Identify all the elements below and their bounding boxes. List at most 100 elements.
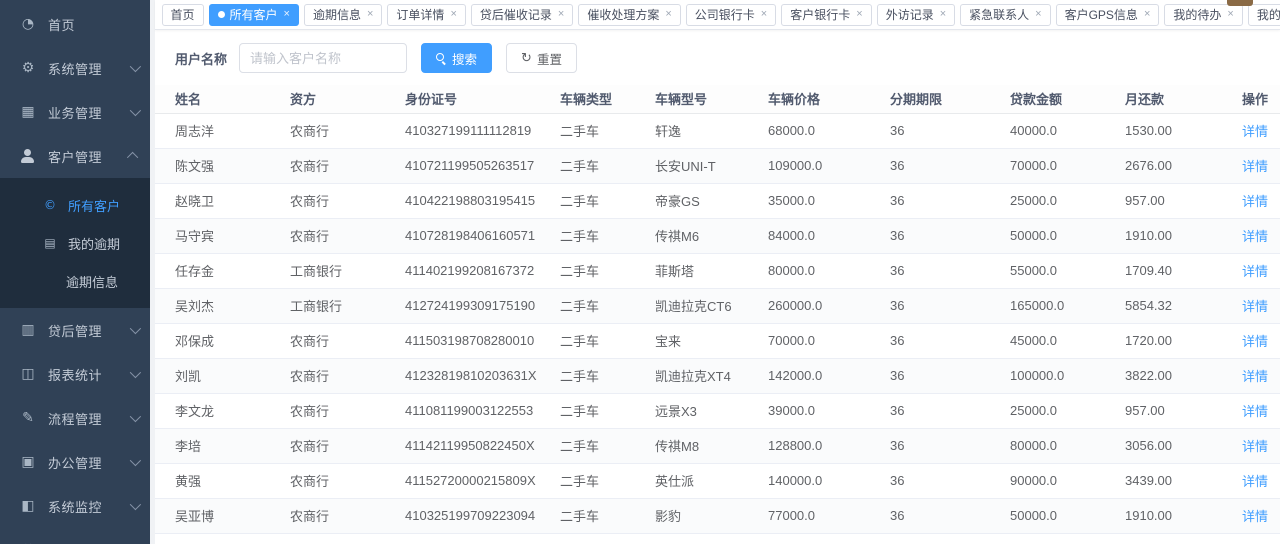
detail-link[interactable]: 详情 <box>1242 264 1268 279</box>
search-input[interactable] <box>239 43 407 73</box>
cell-vehicle-price: 39000.0 <box>768 393 890 428</box>
sidebar-item[interactable]: ▥ 贷后管理 <box>0 308 150 352</box>
sidebar-item[interactable]: ✎ 流程管理 <box>0 396 150 440</box>
table-row: 邓保成 农商行 411503198708280010 二手车 宝来 70000.… <box>155 323 1280 358</box>
close-icon[interactable]: × <box>856 9 862 20</box>
gear-icon: ⚙ <box>20 60 36 76</box>
cell-vehicle-type: 二手车 <box>560 113 655 148</box>
close-icon[interactable]: × <box>665 9 671 20</box>
close-icon[interactable]: × <box>1227 9 1233 20</box>
search-button[interactable]: 搜索 <box>421 43 492 73</box>
tab[interactable]: 催收处理方案 × <box>578 4 680 26</box>
customer-table: 姓名资方身份证号车辆类型车辆型号车辆价格分期期限贷款金额月还款操作 周志洋 农商… <box>155 85 1280 542</box>
table-row: 刘志强 农商行 二手车 大众 36 <box>155 533 1280 542</box>
tab[interactable]: 客户GPS信息 × <box>1056 4 1160 26</box>
tab-label: 所有客户 <box>230 6 278 23</box>
cell-name: 刘凯 <box>155 358 290 393</box>
dashboard-icon: ◔ <box>20 16 36 32</box>
cell-vehicle-type: 二手车 <box>560 323 655 358</box>
tab[interactable]: 我的流程× <box>1248 4 1280 26</box>
sidebar-item-label: 系统管理 <box>48 59 130 78</box>
cell-term: 36 <box>890 253 1010 288</box>
close-icon[interactable]: × <box>1144 9 1150 20</box>
close-icon[interactable]: × <box>284 9 290 20</box>
detail-link[interactable]: 详情 <box>1242 334 1268 349</box>
sidebar-item[interactable]: ⚙ 系统管理 <box>0 46 150 90</box>
tab-label: 首页 <box>171 6 195 23</box>
cell-vehicle-model: 传祺M6 <box>655 218 768 253</box>
cell-vehicle-type: 二手车 <box>560 288 655 323</box>
sidebar-item-label: 客户管理 <box>48 147 130 166</box>
cell-id-number <box>405 533 560 542</box>
table-row: 陈文强 农商行 410721199505263517 二手车 长安UNI-T 1… <box>155 148 1280 183</box>
cell-vehicle-model: 宝来 <box>655 323 768 358</box>
tab[interactable]: 贷后催收记录× <box>471 4 573 26</box>
tab[interactable]: 公司银行卡× <box>686 4 776 26</box>
tab-label: 客户GPS信息 <box>1065 6 1138 23</box>
close-icon[interactable]: × <box>761 9 767 20</box>
sidebar-subitem-label: 所有客户 <box>68 196 120 215</box>
cell-monthly-payment <box>1125 533 1235 542</box>
tab[interactable]: 紧急联系人× <box>960 4 1050 26</box>
detail-link[interactable]: 详情 <box>1242 194 1268 209</box>
tab[interactable]: 外访记录× <box>877 4 955 26</box>
sidebar-item[interactable]: ▦ 业务管理 <box>0 90 150 134</box>
cell-id-number: 41152720000215809X <box>405 463 560 498</box>
tab[interactable]: 客户银行卡× <box>781 4 871 26</box>
tab[interactable]: 所有客户 × <box>209 4 299 26</box>
tab[interactable]: 订单详情× <box>387 4 465 26</box>
cell-funder: 农商行 <box>290 533 405 542</box>
close-icon[interactable]: × <box>450 9 456 20</box>
cell-term: 36 <box>890 358 1010 393</box>
cell-monthly-payment: 5854.32 <box>1125 288 1235 323</box>
sidebar-item[interactable]: ◧ 系统监控 <box>0 484 150 528</box>
avatar[interactable] <box>1227 0 1253 6</box>
cell-id-number: 410422198803195415 <box>405 183 560 218</box>
tab[interactable]: 首页× <box>162 4 204 26</box>
cell-loan-amount: 50000.0 <box>1010 218 1125 253</box>
cell-loan-amount: 25000.0 <box>1010 183 1125 218</box>
detail-link[interactable]: 详情 <box>1242 439 1268 454</box>
sidebar-subitem[interactable]: 逾期信息 <box>0 262 150 300</box>
cell-vehicle-price: 84000.0 <box>768 218 890 253</box>
detail-link[interactable]: 详情 <box>1242 474 1268 489</box>
chevron-down-icon <box>130 367 141 378</box>
tab-label: 催收处理方案 <box>587 6 659 23</box>
sidebar-item[interactable]: ▣ 办公管理 <box>0 440 150 484</box>
sidebar-item[interactable]: ◔ 首页 <box>0 2 150 46</box>
detail-link[interactable]: 详情 <box>1242 229 1268 244</box>
cell-id-number: 411503198708280010 <box>405 323 560 358</box>
refresh-icon: ↻ <box>521 52 532 65</box>
cell-vehicle-price <box>768 533 890 542</box>
cell-name: 李培 <box>155 428 290 463</box>
cell-monthly-payment: 1530.00 <box>1125 113 1235 148</box>
close-icon[interactable]: × <box>1035 9 1041 20</box>
tab[interactable]: 逾期信息× <box>304 4 382 26</box>
detail-link[interactable]: 详情 <box>1242 124 1268 139</box>
reset-button[interactable]: ↻ 重置 <box>506 43 577 73</box>
cell-loan-amount: 40000.0 <box>1010 113 1125 148</box>
close-icon[interactable]: × <box>558 9 564 20</box>
sidebar-item[interactable]: 客户管理 <box>0 134 150 178</box>
sidebar-subitem[interactable]: ▤ 我的逾期 <box>0 224 150 262</box>
chevron-down-icon <box>130 455 141 466</box>
close-icon[interactable]: × <box>367 9 373 20</box>
cell-funder: 农商行 <box>290 218 405 253</box>
close-icon[interactable]: × <box>940 9 946 20</box>
cell-monthly-payment: 3439.00 <box>1125 463 1235 498</box>
cell-vehicle-model: 长安UNI-T <box>655 148 768 183</box>
detail-link[interactable]: 详情 <box>1242 159 1268 174</box>
detail-link[interactable]: 详情 <box>1242 404 1268 419</box>
detail-link[interactable]: 详情 <box>1242 299 1268 314</box>
table-row: 刘凯 农商行 41232819810203631X 二手车 凯迪拉克XT4 14… <box>155 358 1280 393</box>
sidebar-item[interactable]: ⚒ 系统工具 <box>0 528 150 544</box>
sidebar-item-label: 流程管理 <box>48 409 130 428</box>
detail-link[interactable]: 详情 <box>1242 369 1268 384</box>
detail-link[interactable]: 详情 <box>1242 509 1268 524</box>
cell-vehicle-price: 70000.0 <box>768 323 890 358</box>
sidebar-item[interactable]: ◫ 报表统计 <box>0 352 150 396</box>
tab[interactable]: 我的待办× <box>1164 4 1242 26</box>
cell-vehicle-type: 二手车 <box>560 218 655 253</box>
cell-vehicle-model: 英仕派 <box>655 463 768 498</box>
sidebar-subitem[interactable]: © 所有客户 <box>0 186 150 224</box>
